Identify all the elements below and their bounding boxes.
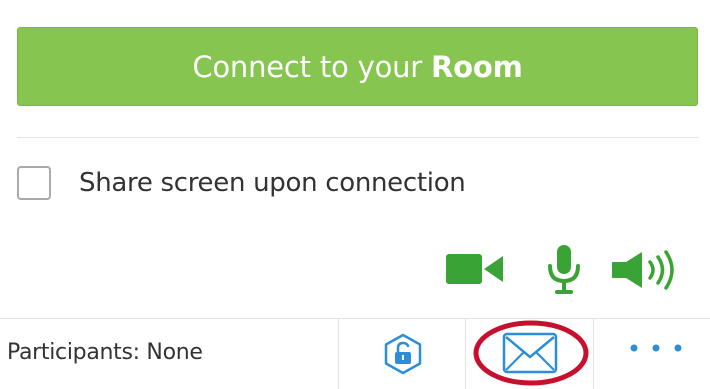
connect-room-button[interactable]: Connect to your Room [17, 27, 698, 106]
footer-divider [0, 318, 710, 319]
connect-label-room: Room [431, 49, 523, 84]
mail-icon[interactable] [471, 318, 593, 386]
share-screen-option[interactable]: Share screen upon connection [17, 166, 466, 200]
lock-icon[interactable] [383, 333, 423, 375]
connect-label-prefix: Connect to your [192, 49, 432, 84]
footer-separator [593, 319, 594, 389]
participants-status: Participants: None [7, 340, 203, 365]
speaker-icon[interactable] [612, 249, 678, 291]
share-screen-checkbox[interactable] [17, 166, 51, 200]
microphone-icon[interactable] [545, 244, 583, 296]
divider [17, 137, 698, 138]
camera-icon[interactable] [446, 251, 504, 287]
footer-separator [338, 319, 339, 389]
share-screen-label: Share screen upon connection [79, 168, 466, 198]
more-icon[interactable] [627, 342, 687, 354]
footer-separator [465, 319, 466, 389]
